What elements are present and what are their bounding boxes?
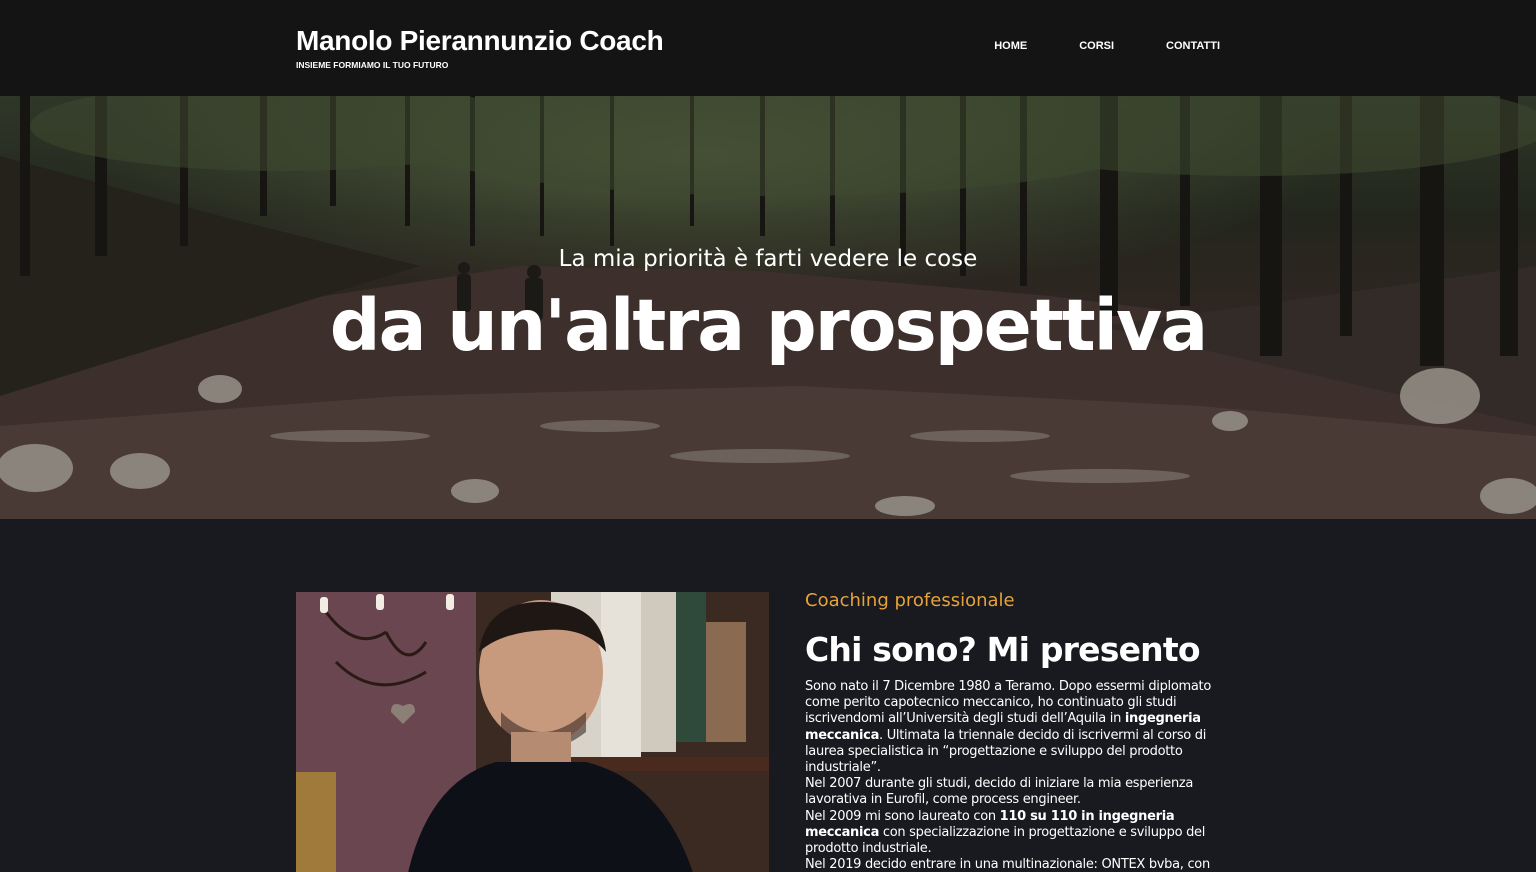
bio-text-span: Nel 2009 mi sono laureato con xyxy=(805,808,1000,824)
site-title[interactable]: Manolo Pierannunzio Coach xyxy=(296,24,664,58)
bio-paragraph-1: Sono nato il 7 Dicembre 1980 a Teramo. D… xyxy=(805,679,1245,776)
nav-item-contatti[interactable]: CONTATTI xyxy=(1166,40,1220,52)
bio-paragraph-4: Nel 2019 decido entrare in una multinazi… xyxy=(805,857,1210,872)
portrait-photo xyxy=(296,592,769,872)
bio-paragraph-2: Nel 2007 durante gli studi, decido di in… xyxy=(805,776,1194,808)
brand[interactable]: Manolo Pierannunzio Coach INSIEME FORMIA… xyxy=(296,24,664,70)
bio-paragraph-3: Nel 2009 mi sono laureato con 110 su 110… xyxy=(805,809,1245,858)
about-title: Chi sono? Mi presento xyxy=(805,630,1201,669)
site-header: Manolo Pierannunzio Coach INSIEME FORMIA… xyxy=(0,0,1536,96)
section-kicker: Coaching professionale xyxy=(805,590,1015,611)
nav-item-corsi[interactable]: CORSI xyxy=(1079,40,1114,52)
about-section: Coaching professionale Chi sono? Mi pres… xyxy=(0,519,1536,872)
hero-section: La mia priorità è farti vedere le cose d… xyxy=(0,96,1536,519)
nav-item-home[interactable]: HOME xyxy=(994,40,1027,52)
main-nav: HOME CORSI CONTATTI xyxy=(942,40,1220,52)
site-tagline: INSIEME FORMIAMO IL TUO FUTURO xyxy=(296,60,449,70)
hero-subtitle: La mia priorità è farti vedere le cose xyxy=(558,246,978,272)
portrait-illustration xyxy=(296,592,769,872)
hero-title: da un'altra prospettiva xyxy=(329,284,1208,367)
bio-text: Sono nato il 7 Dicembre 1980 a Teramo. D… xyxy=(805,679,1245,872)
